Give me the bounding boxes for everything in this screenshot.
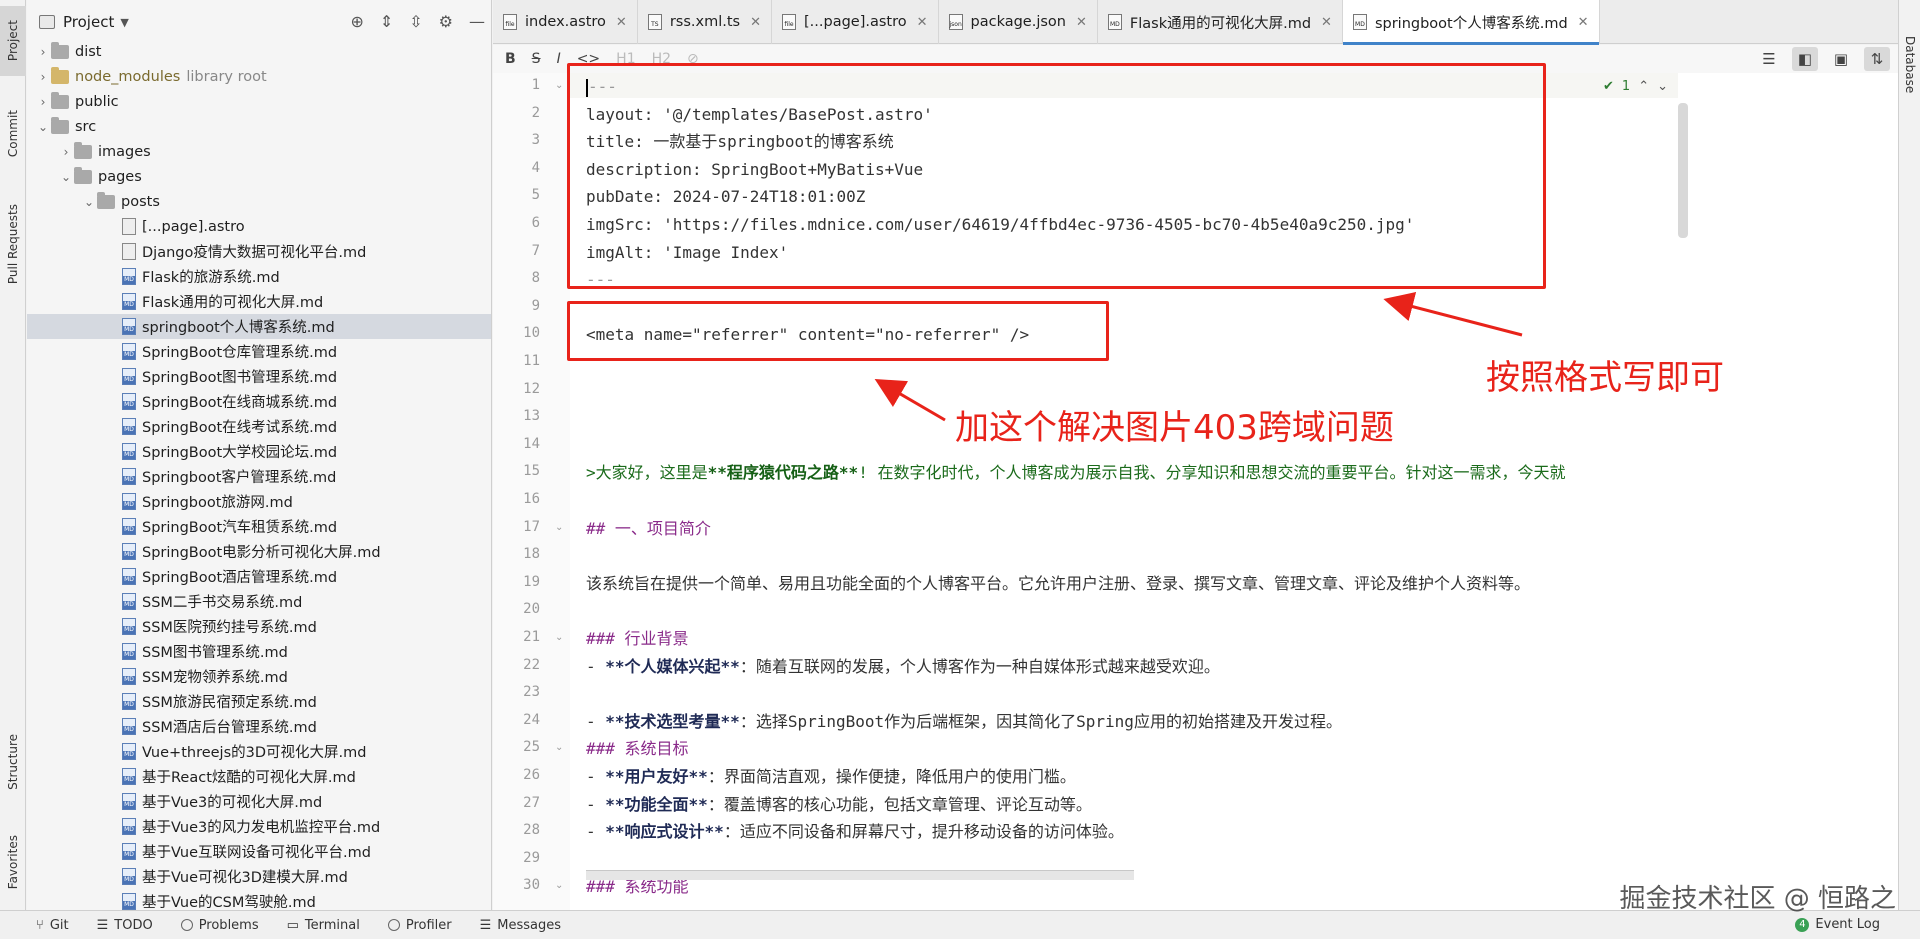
status-terminal-label: Terminal <box>304 917 360 933</box>
arrow-to-frontmatter <box>1383 292 1523 337</box>
fix-note: 加这个解决图片403跨域问题 <box>955 408 1394 448</box>
event-log-label: Event Log <box>1815 917 1880 932</box>
status-problems-label: Problems <box>198 917 259 933</box>
status-messages[interactable]: ☰ Messages <box>480 918 561 933</box>
status-problems[interactable]: Problems <box>180 917 259 933</box>
list-icon: ☰ <box>96 917 109 933</box>
status-todo[interactable]: ☰ TODO <box>97 918 153 933</box>
event-log-button[interactable]: 4 Event Log <box>1795 917 1880 932</box>
status-profiler[interactable]: Profiler <box>387 917 452 933</box>
format-note: 按照格式写即可 <box>1486 358 1724 398</box>
arrow-to-meta-tag <box>874 378 946 422</box>
status-git[interactable]: ⑂ Git <box>36 918 69 933</box>
terminal-icon: ▭ <box>286 917 299 933</box>
status-terminal[interactable]: ▭ Terminal <box>287 918 360 933</box>
event-count-badge: 4 <box>1795 917 1810 932</box>
profiler-icon <box>387 919 400 931</box>
status-messages-label: Messages <box>497 917 562 933</box>
status-git-label: Git <box>49 917 69 933</box>
status-todo-label: TODO <box>114 917 153 933</box>
messages-icon: ☰ <box>479 917 492 933</box>
annotation-arrows <box>874 292 1523 422</box>
status-profiler-label: Profiler <box>405 917 452 933</box>
watermark: 掘金技术社区 @ 恒路之 <box>1619 884 1896 914</box>
branch-icon: ⑂ <box>36 917 44 933</box>
problems-icon <box>180 919 193 931</box>
